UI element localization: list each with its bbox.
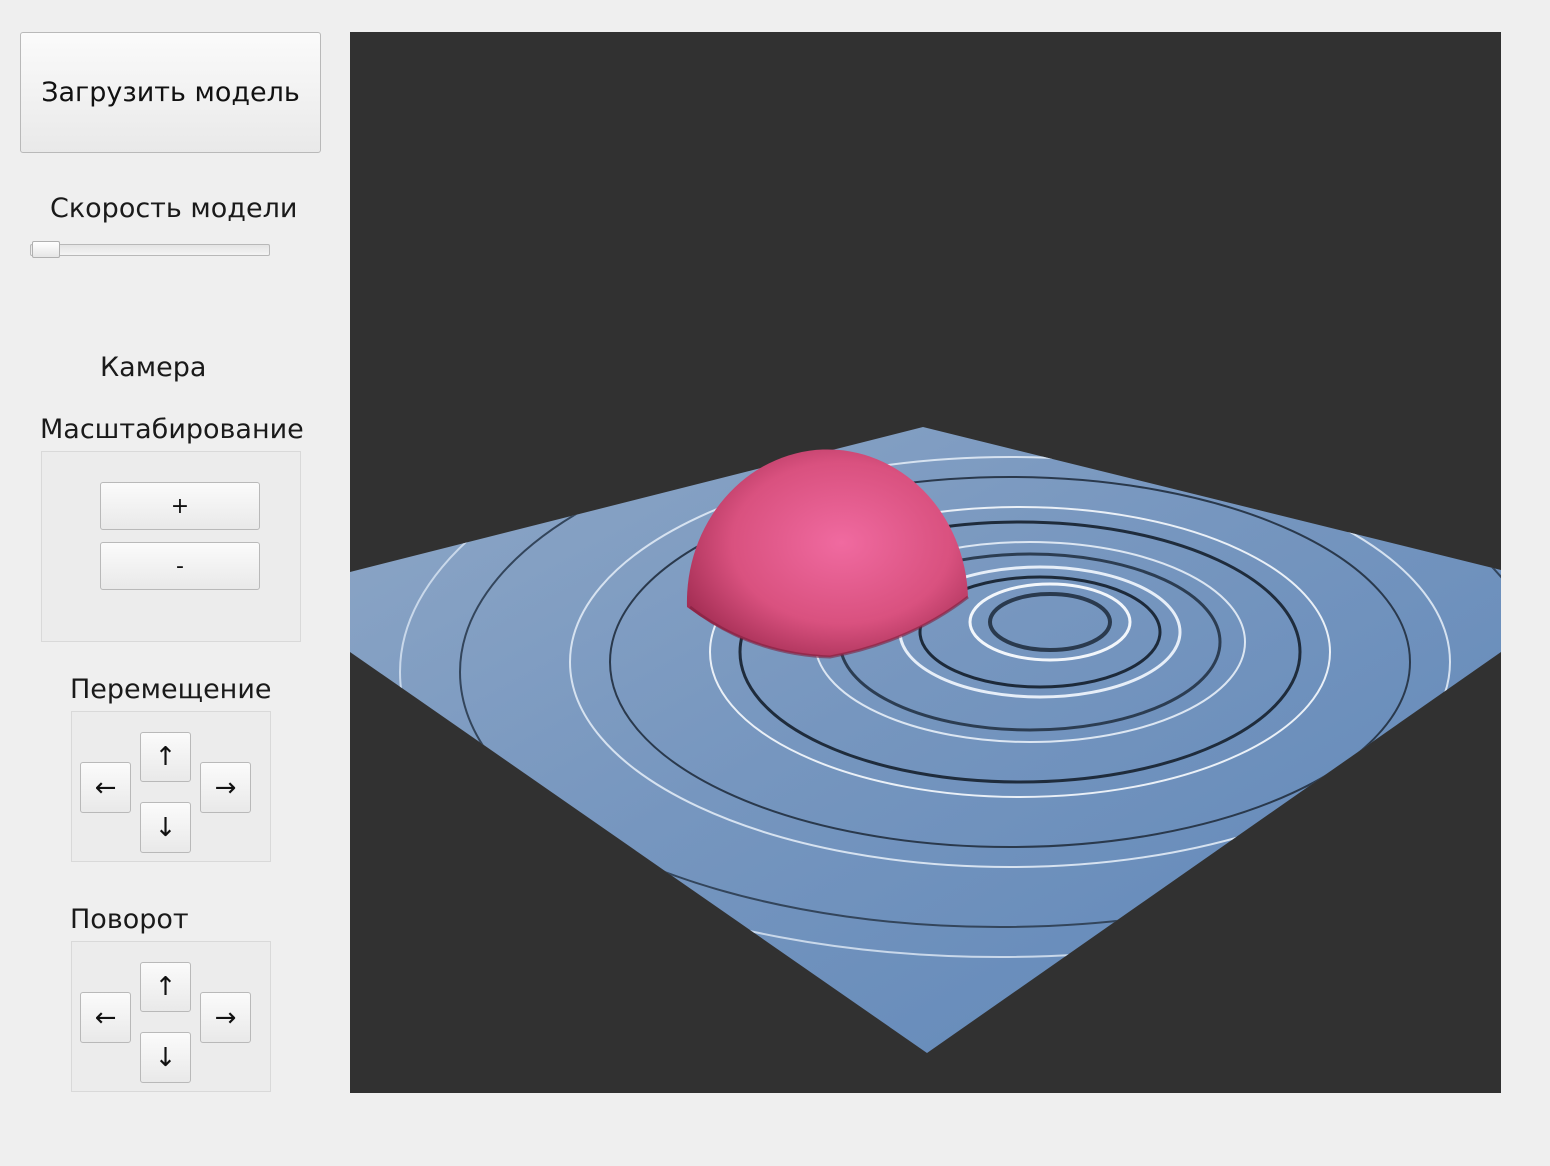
- rotate-right-button[interactable]: →: [200, 992, 251, 1043]
- load-model-button[interactable]: Загрузить модель: [20, 32, 321, 153]
- rotate-down-button[interactable]: ↓: [140, 1032, 191, 1083]
- move-label: Перемещение: [70, 674, 272, 705]
- speed-label: Скорость модели: [50, 193, 298, 224]
- zoom-label: Масштабирование: [40, 414, 304, 445]
- rotate-up-button[interactable]: ↑: [140, 962, 191, 1012]
- water-scene: [350, 427, 1501, 1053]
- move-up-button[interactable]: ↑: [140, 732, 191, 782]
- move-down-button[interactable]: ↓: [140, 802, 191, 853]
- rotate-label: Поворот: [70, 904, 189, 935]
- move-right-button[interactable]: →: [200, 762, 251, 813]
- camera-label: Камера: [100, 352, 207, 383]
- speed-slider[interactable]: [30, 240, 270, 258]
- zoom-out-button[interactable]: -: [100, 542, 260, 590]
- zoom-in-button[interactable]: +: [100, 482, 260, 530]
- move-left-button[interactable]: ←: [80, 762, 131, 813]
- speed-slider-track[interactable]: [30, 244, 270, 256]
- speed-slider-handle[interactable]: [32, 241, 60, 258]
- 3d-viewport[interactable]: [350, 32, 1501, 1093]
- rotate-left-button[interactable]: ←: [80, 992, 131, 1043]
